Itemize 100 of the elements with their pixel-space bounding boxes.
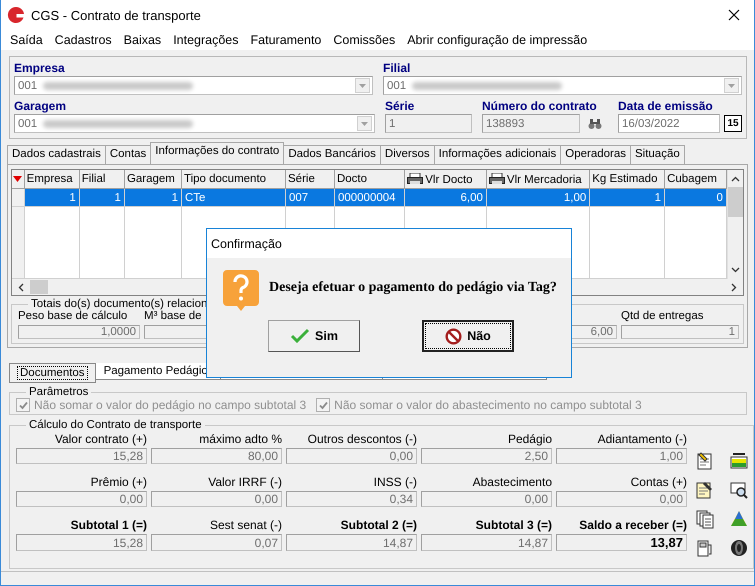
combo-box[interactable]: 001: [383, 76, 742, 95]
column-header[interactable]: Série: [286, 170, 334, 188]
column-header[interactable]: Docto: [334, 170, 405, 188]
menu-item[interactable]: Saída: [4, 33, 49, 47]
field-label: Peso base de cálculo: [18, 310, 128, 324]
dialog-title: Confirmação: [211, 236, 282, 250]
pages-icon[interactable]: [695, 509, 715, 529]
field-label: Garagem: [14, 99, 68, 114]
menu-item[interactable]: Abrir configuração de impressão: [401, 33, 594, 47]
column-header[interactable]: Kg Estimado: [590, 170, 665, 188]
table-cell: 6,00: [404, 188, 486, 207]
binoculars-icon[interactable]: [588, 118, 602, 130]
menu-item[interactable]: Integrações: [167, 33, 245, 47]
table-cell: CTe: [182, 188, 286, 207]
field-label: Número do contrato: [482, 99, 598, 114]
prohibited-icon: [445, 328, 462, 344]
no-button[interactable]: Não: [422, 320, 514, 352]
menu-item[interactable]: Cadastros: [48, 33, 118, 47]
field-label: Abastecimento: [472, 474, 552, 491]
readonly-field: 14,87: [286, 534, 417, 551]
readonly-field: 15,28: [16, 448, 147, 464]
table-cell: 1: [124, 188, 182, 207]
readonly-field: 14,87: [421, 534, 552, 551]
scroll-thumb[interactable]: [728, 187, 743, 217]
date-field[interactable]: 16/03/2022: [618, 114, 720, 133]
menu-item[interactable]: Baixas: [118, 33, 168, 47]
field-label: M³ base de: [144, 310, 203, 324]
column-header[interactable]: Tipo documento: [182, 170, 286, 188]
column-header[interactable]: Cubagem: [664, 170, 726, 188]
scroll-right-icon[interactable]: [731, 282, 737, 292]
checkmark-icon: [290, 328, 310, 344]
field-label: Empresa: [14, 61, 66, 76]
readonly-field: 2,50: [421, 448, 552, 464]
column-header[interactable]: Vlr Mercadoria: [486, 170, 590, 188]
tab[interactable]: Dados cadastrais: [7, 145, 106, 164]
readonly-field: 15,28: [16, 534, 147, 551]
readonly-field: 1,00: [556, 448, 687, 464]
field-label: Subtotal 1 (=): [70, 517, 147, 534]
field-label: Valor contrato (+): [54, 431, 147, 448]
tab[interactable]: Situação: [630, 145, 685, 164]
app-logo-icon: [7, 6, 25, 24]
field-label: máximo adto %: [198, 431, 282, 448]
printer-icon: [488, 172, 505, 184]
input-field[interactable]: 1: [385, 114, 472, 133]
readonly-field: 13,87: [556, 534, 687, 551]
field-label: Pedágio: [506, 431, 552, 448]
readonly-field: 0,00: [421, 491, 552, 507]
sort-marker-icon: [13, 176, 22, 182]
field-label: Série: [385, 99, 416, 114]
column-header[interactable]: Filial: [79, 170, 124, 188]
field-label: Sest senat (-): [208, 517, 282, 534]
checkbox-label: Não somar o valor do pedágio no campo subtotal 3: [34, 398, 306, 412]
scroll-thumb[interactable]: [30, 280, 48, 294]
menu-item[interactable]: Faturamento: [244, 33, 328, 47]
readonly-field: 0,00: [286, 448, 417, 464]
card-icon[interactable]: [729, 451, 749, 471]
readonly-field: 0,00: [151, 491, 282, 507]
readonly-field: 0,34: [286, 491, 417, 507]
table-cell: 1: [24, 188, 80, 207]
column-header[interactable]: Vlr Docto: [404, 170, 486, 188]
menu-item[interactable]: Comissões: [327, 33, 402, 47]
field-label: Adiantamento (-): [596, 431, 687, 448]
scroll-up-icon[interactable]: [730, 176, 740, 182]
question-icon: [221, 268, 261, 312]
group-title: Cálculo do Contrato de transporte: [28, 419, 203, 431]
table-cell: 0: [664, 188, 726, 207]
triangle-icon[interactable]: [729, 509, 749, 529]
combo-box[interactable]: 001: [14, 76, 373, 95]
vertical-scrollbar[interactable]: [726, 170, 743, 279]
combo-box[interactable]: 001: [14, 114, 375, 133]
yes-button[interactable]: Sim: [268, 320, 360, 352]
checkbox-label: Não somar o valor do abastecimento no campo subtotal 3: [334, 398, 642, 412]
readonly-field: 1: [621, 325, 739, 339]
input-field[interactable]: 138893: [482, 114, 580, 133]
table-cell: 1: [590, 188, 665, 207]
field-label: Prêmio (+): [90, 474, 147, 491]
field-label: Valor IRRF (-): [207, 474, 282, 491]
table-cell: 1,00: [486, 188, 590, 207]
column-header[interactable]: Garagem: [124, 170, 182, 188]
field-label: Filial: [383, 61, 412, 76]
table-cell: 1: [79, 188, 124, 207]
magnifier-icon[interactable]: [729, 480, 749, 500]
tab[interactable]: Documentos: [9, 363, 96, 383]
scroll-left-icon[interactable]: [18, 282, 24, 292]
field-label: Qtd de entregas: [621, 310, 704, 324]
scroll-down-icon[interactable]: [730, 267, 740, 273]
table-cell: 007: [286, 188, 334, 207]
readonly-field: 80,00: [151, 448, 282, 464]
field-label: Subtotal 3 (=): [474, 517, 552, 534]
field-label: Data de emissão: [618, 99, 714, 114]
row-marker-cell[interactable]: [12, 188, 24, 207]
document-edit-icon[interactable]: [695, 480, 715, 500]
tire-icon[interactable]: [729, 538, 749, 558]
field-label: INSS (-): [372, 474, 417, 491]
close-icon[interactable]: [728, 9, 740, 21]
window-title: CGS - Contrato de transporte: [31, 8, 202, 22]
group-title: Totais do(s) documento(s) relacion: [30, 298, 208, 310]
calendar-button[interactable]: 15: [724, 115, 742, 132]
printer-icon: [407, 172, 424, 184]
column-header[interactable]: Empresa: [24, 170, 80, 188]
